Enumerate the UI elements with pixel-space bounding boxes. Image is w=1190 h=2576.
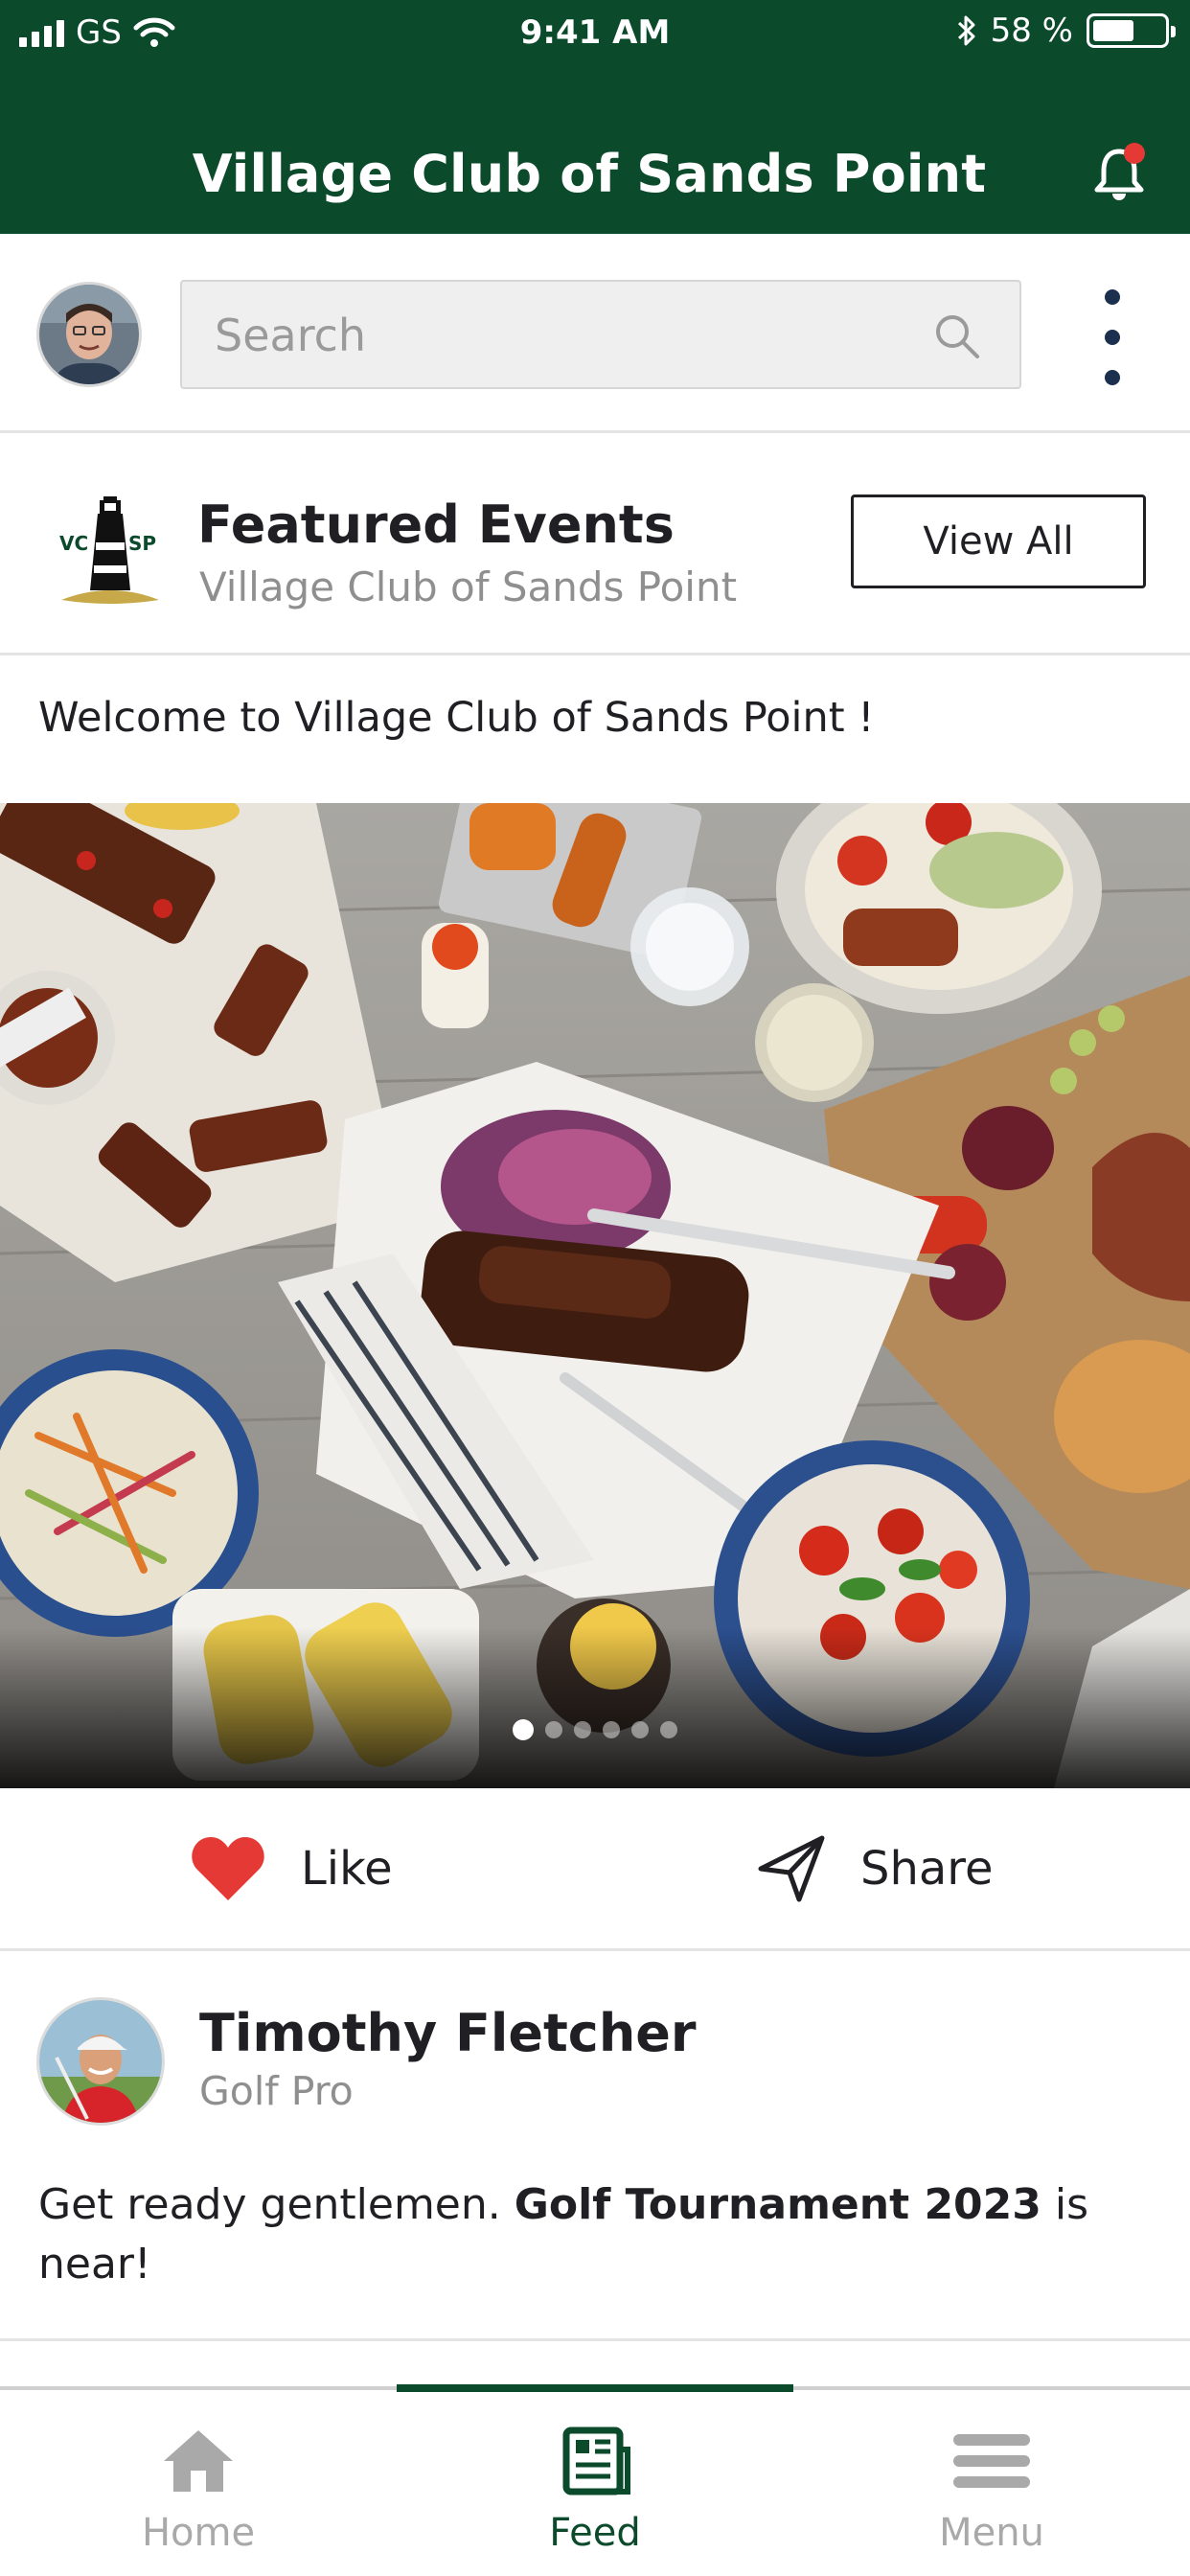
like-label: Like (301, 1842, 393, 1896)
search-icon[interactable] (931, 310, 983, 362)
send-icon (758, 1835, 825, 1902)
app-header: GS 9:41 AM 58 % Village Club of Sands Po… (0, 0, 1190, 234)
carousel-dots[interactable] (0, 1719, 1190, 1740)
post-actions: Like Share (0, 1788, 1190, 1951)
featured-title: Featured Events (197, 494, 675, 555)
post-text: Get ready gentlemen. Golf Tournament 202… (38, 2175, 1131, 2294)
post-text-start: Get ready gentlemen. (38, 2180, 515, 2229)
battery-percent: 58 % (990, 12, 1073, 50)
tab-label-feed: Feed (549, 2511, 641, 2555)
logo-text-left: VC (59, 532, 88, 555)
tab-home[interactable]: Home (0, 2390, 397, 2576)
notification-bell-icon[interactable] (1090, 140, 1148, 207)
status-bar: GS 9:41 AM 58 % (0, 0, 1190, 67)
author-role: Golf Pro (199, 2068, 354, 2114)
carousel-dot[interactable] (660, 1721, 677, 1738)
menu-icon (953, 2434, 1030, 2488)
more-options-icon[interactable] (1088, 289, 1136, 385)
tab-label-home: Home (141, 2511, 256, 2555)
tab-menu[interactable]: Menu (793, 2390, 1190, 2576)
app-title: Village Club of Sands Point (192, 144, 987, 204)
tab-feed[interactable]: Feed (397, 2390, 793, 2576)
club-logo: VC SP (59, 496, 159, 604)
post-text-bold: Golf Tournament 2023 (514, 2180, 1041, 2229)
battery-icon (1087, 13, 1176, 48)
home-icon (164, 2430, 233, 2492)
search-input[interactable] (215, 309, 885, 362)
bottom-tab-bar: Home Feed Menu (0, 2384, 1190, 2576)
welcome-text: Welcome to Village Club of Sands Point ! (38, 694, 875, 742)
share-button[interactable]: Share (757, 1828, 994, 1909)
tab-label-menu: Menu (939, 2511, 1044, 2555)
view-all-button[interactable]: View All (851, 494, 1146, 588)
user-avatar[interactable] (36, 282, 142, 387)
author-avatar[interactable] (36, 1997, 165, 2126)
carousel-dot[interactable] (574, 1721, 591, 1738)
bluetooth-icon (957, 15, 975, 46)
feed-icon (562, 2426, 630, 2496)
carousel-dot[interactable] (631, 1721, 649, 1738)
search-box (180, 280, 1021, 389)
battery-fill (1093, 20, 1133, 41)
divider (0, 2338, 1190, 2341)
featured-subtitle: Village Club of Sands Point (199, 564, 738, 610)
featured-events-header: VC SP Featured Events Village Club of Sa… (0, 433, 1190, 656)
status-right: 58 % (956, 12, 1176, 50)
notification-dot (1124, 143, 1145, 164)
featured-event-image[interactable] (0, 803, 1190, 1788)
author-name[interactable]: Timothy Fletcher (199, 2003, 697, 2063)
logo-text-right: SP (128, 532, 156, 555)
heart-icon (192, 1837, 264, 1900)
share-label: Share (860, 1842, 994, 1896)
carousel-dot[interactable] (603, 1721, 620, 1738)
search-row (0, 234, 1190, 433)
like-button[interactable]: Like (190, 1828, 393, 1909)
carousel-dot[interactable] (513, 1719, 534, 1740)
carousel-dot[interactable] (545, 1721, 562, 1738)
